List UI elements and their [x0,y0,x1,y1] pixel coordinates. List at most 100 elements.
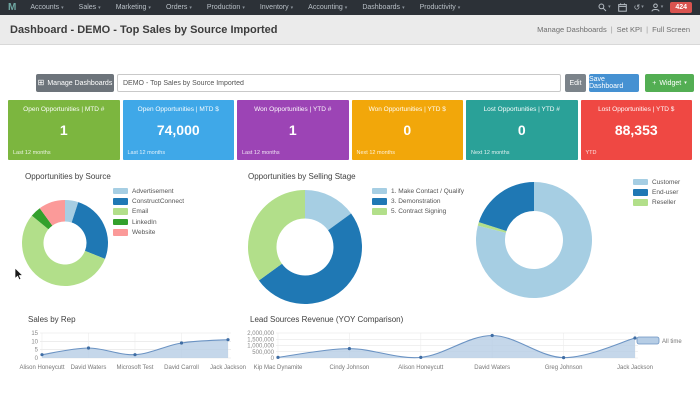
title-bar: Dashboard - DEMO - Top Sales by Source I… [0,15,700,45]
donut-segment-end-user[interactable] [478,182,534,232]
legend-swatch [113,229,128,236]
card-value: 1 [288,122,297,138]
x-axis-tick-label: Cindy Johnson [330,365,370,371]
chevron-down-icon: ▾ [290,5,294,11]
nav-menu-production[interactable]: Production ▾ [207,4,245,11]
y-axis-tick-label: 1,500,000 [247,337,274,343]
legend-item-linkedin[interactable]: LinkedIn [113,217,184,227]
card-footer: YTD [585,150,597,156]
title-bar-links: Manage Dashboards | Set KPI | Full Scree… [537,25,690,34]
kpi-card-won-opportunities-ytd[interactable]: Won Opportunities | YTD $ 0 Next 12 months [351,100,463,160]
donut-segment-constructconnect[interactable] [71,202,109,259]
y-axis-tick-label: 1,000,000 [247,344,274,350]
kpi-card-open-opportunities-mtd[interactable]: Open Opportunities | MTD # 1 Last 12 month… [8,100,120,160]
card-title: Lost Opportunities | YTD # [483,106,560,113]
nav-menu-sales[interactable]: Sales ▾ [79,4,101,11]
link-separator: | [610,25,613,34]
x-axis-tick-label: David Waters [474,365,510,371]
kpi-card-won-opportunities-ytd[interactable]: Won Opportunities | YTD # 1 Last 12 months [237,100,349,160]
x-axis-tick-label: Kip Mac Dynamite [254,365,303,371]
legend-label: End-user [652,188,679,196]
data-point-kip-mac-dynamite [276,355,280,359]
nav-menu-accounts[interactable]: Accounts ▾ [30,4,63,11]
legend-item-advertisement[interactable]: Advertisement [113,186,184,196]
legend-customer-type: Customer End-user Reseller [633,177,680,208]
nav-menu-accounting[interactable]: Accounting ▾ [308,4,347,11]
data-point-alison-honeycutt [419,355,423,359]
card-footer: Last 12 months [13,150,51,156]
dashboard-name-input[interactable] [117,74,561,92]
full-screen-link[interactable]: Full Screen [652,25,690,34]
legend-swatch [113,187,128,195]
search-icon[interactable]: ▾ [598,3,611,12]
set-kpi-link[interactable]: Set KPI [617,25,642,34]
manage-dashboards-link[interactable]: Manage Dashboards [537,25,607,34]
link-separator: | [646,25,649,34]
data-point-cindy-johnson [347,347,351,351]
legend-item-1-make-contact-qualify[interactable]: 1. Make Contact / Qualify [372,186,464,196]
notification-badge[interactable]: 424 [670,2,692,13]
legend-label: Customer [652,178,681,186]
legend-item-3-demonstration[interactable]: 3. Demonstration [372,196,464,206]
legend-item-customer[interactable]: Customer [633,177,680,187]
add-widget-button[interactable]: + Widget ▾ [645,74,694,92]
manage-dashboards-button-label: Manage Dashboards [47,79,113,87]
edit-button[interactable]: Edit [565,74,586,92]
data-point-david-waters [490,333,494,338]
nav-menu-productivity[interactable]: Productivity ▾ [420,4,461,11]
kpi-card-lost-opportunities-ytd[interactable]: Lost Opportunities | YTD # 0 Next 12 month… [466,100,578,160]
chart-title-opportunities-by-source: Opportunities by Source [25,172,111,181]
nav-menu-marketing[interactable]: Marketing ▾ [116,4,151,11]
user-icon[interactable]: ▾ [651,3,663,12]
legend-label: Advertisement [132,187,174,195]
chevron-down-icon: ▾ [457,5,461,11]
card-value: 88,353 [614,122,658,138]
donut-segment-5-contract-signing[interactable] [248,190,305,281]
legend-swatch [372,208,387,215]
chevron-down-icon: ▾ [189,5,192,11]
legend-swatch [113,208,128,215]
legend-label: Reseller [652,199,676,207]
app-logo-icon[interactable]: M [8,2,16,13]
legend-opportunities-by-selling-stage: 1. Make Contact / Qualify 3. Demonstratio… [372,186,464,217]
legend-swatch [633,189,648,196]
chevron-down-icon: ▾ [402,5,405,11]
x-axis-tick-label: Alison Honeycutt [398,365,443,371]
legend-label: 1. Make Contact / Qualify [391,187,464,195]
legend-item-5-contract-signing[interactable]: 5. Contract Signing [372,207,464,217]
page-title: Dashboard - DEMO - Top Sales by Source I… [10,23,278,36]
legend-item-constructconnect[interactable]: ConstructConnect [113,196,184,206]
legend-swatch-all-time[interactable] [636,336,660,345]
card-value: 74,000 [156,122,200,138]
card-footer: Last 12 months [127,150,166,156]
chevron-down-icon: ▾ [684,80,687,86]
kpi-card-lost-opportunities-ytd[interactable]: Lost Opportunities | YTD $ 88,353 YTD [580,100,692,160]
card-footer: Next 12 months [471,150,510,156]
nav-menu-orders[interactable]: Orders ▾ [166,4,192,11]
card-title: Open Opportunities | MTD $ [137,106,219,113]
history-icon[interactable]: ↺ ▾ [634,3,644,12]
legend-item-email[interactable]: Email [113,207,184,217]
card-title: Open Opportunities | MTD # [23,106,105,113]
legend-opportunities-by-source: Advertisement ConstructConnect Email Linked… [113,186,184,237]
y-axis-tick-label: 500,000 [252,350,274,356]
legend-item-end-user[interactable]: End-user [633,187,680,197]
legend-item-reseller[interactable]: Reseller [633,198,680,208]
chart-title-lead-sources-revenue: Lead Sources Revenue (YOY Comparison) [250,315,404,324]
legend-swatch [633,199,648,206]
chevron-down-icon: ▾ [148,5,151,11]
data-point-jack-jackson [226,338,230,342]
save-dashboard-button[interactable]: Save Dashboard [589,74,639,92]
data-point-alison-honeycutt [40,353,44,357]
kpi-card-open-opportunities-mtd[interactable]: Open Opportunities | MTD $ 74,000 Last 12 … [122,100,234,160]
nav-menu-inventory[interactable]: Inventory ▾ [260,4,293,11]
calendar-icon[interactable] [617,3,627,12]
nav-menu-dashboards[interactable]: Dashboards ▾ [362,4,404,11]
card-footer: Last 12 months [242,150,280,156]
legend-item-website[interactable]: Website [113,227,184,237]
x-axis-tick-label: Alison Honeycutt [19,365,64,371]
data-point-jack-jackson [633,336,637,340]
edit-button-label: Edit [569,79,582,87]
manage-dashboards-button[interactable]: ⊞ Manage Dashboards [36,74,114,92]
card-title: Won Opportunities | YTD $ [368,106,446,113]
